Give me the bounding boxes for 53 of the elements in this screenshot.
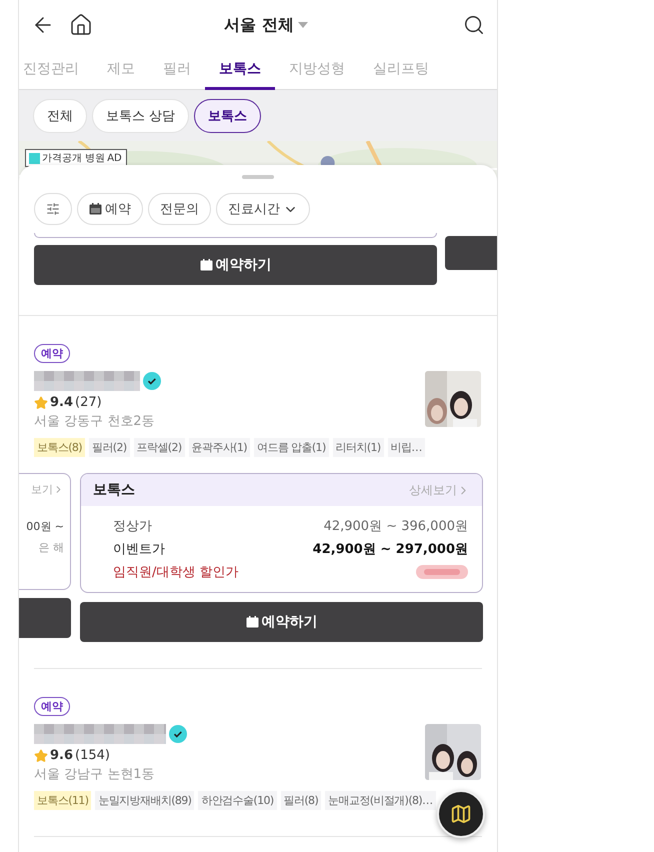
map-legend: 가격공개 병원 AD [25,149,127,167]
price-text: 00원 ~ [26,519,64,534]
treatment-tag: 눈밀지방재배치(89) [95,791,194,810]
caret-icon [298,22,308,28]
price-label: 임직원/대학생 할인가 [113,564,239,581]
verified-icon [143,372,161,390]
clinic-address: 서울 강동구 천호2동 [34,413,156,430]
treatment-title: 보톡스 [93,481,135,499]
region-selector[interactable]: 서울 전체 [107,14,425,36]
subcategory-chip[interactable]: 보톡스 [194,98,262,132]
treatment-tag: 필러(8) [280,791,322,810]
treatment-tag: 보톡스(11) [34,791,92,810]
reservation-badge: 예약 [34,697,70,716]
treatment-tag: 프락셀(2) [134,438,185,457]
calendar-icon [200,259,212,271]
star-icon [34,396,48,410]
star-icon [34,748,48,762]
rating: 9.6 [50,748,74,763]
treatment-tag: 필러(2) [88,438,130,457]
price-value: 42,900원 ~ 297,000원 [312,541,468,558]
price-label: 정상가 [113,518,152,535]
map-icon [450,803,472,825]
treatment-tag: 보톡스(8) [34,438,85,457]
search-button[interactable] [463,14,485,36]
treatment-tag: 눈매교정(비절개)(8)… [325,791,436,810]
clinic-address: 서울 강남구 논현1동 [34,766,156,783]
price-value: 42,900원 ~ 396,000원 [324,518,468,535]
price-label: 이벤트가 [113,541,165,558]
filter-dropdown[interactable]: 진료시간 [216,193,310,225]
filter-button[interactable] [34,193,72,225]
drag-handle[interactable] [242,175,274,179]
filter-chip[interactable]: 예약 [77,193,143,225]
reservation-badge: 예약 [34,344,70,363]
blurred-price [416,565,468,579]
filter-icon [46,202,60,216]
note-text: 은 해 [38,540,64,555]
treatment-tag: 리터치(1) [332,438,384,457]
filter-chip[interactable]: 전문의 [148,193,211,225]
verified-icon [169,725,187,743]
treatment-tag: 윤곽주사(1) [188,438,250,457]
calendar-icon [246,616,258,628]
rating: 9.4 [50,395,74,410]
subcategory-chip[interactable]: 전체 [33,98,87,132]
review-count: (154) [75,748,110,763]
reserve-button[interactable]: 예약하기 [34,245,437,285]
review-count: (27) [75,395,102,410]
treatment-tag: 비립… [388,438,425,457]
home-button[interactable] [69,13,93,37]
subcategory-chip[interactable]: 보톡스 상담 [92,98,190,132]
reserve-button[interactable]: 예약하기 [80,602,483,642]
calendar-icon [89,203,102,215]
treatment-tag: 여드름 압출(1) [254,438,329,457]
treatment-tag: 하안검수술(10) [198,791,277,810]
